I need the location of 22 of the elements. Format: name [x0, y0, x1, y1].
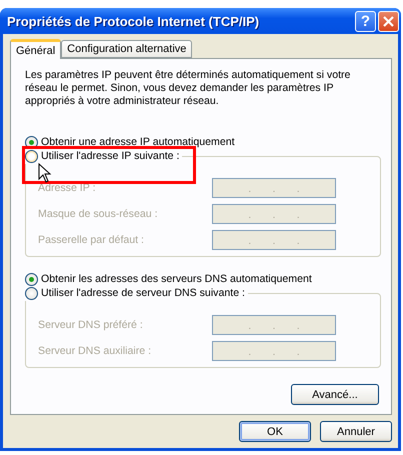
field-label: Masque de sous-réseau :	[38, 208, 159, 220]
radio-label: Utiliser l'adresse de serveur DNS suivante :	[41, 287, 245, 299]
advanced-button[interactable]: Avancé...	[291, 384, 379, 405]
radio-label: Obtenir les adresses des serveurs DNS automatiquement	[41, 273, 312, 285]
window-title: Propriétés de Protocole Internet (TCP/IP)	[6, 14, 260, 28]
dialog-button[interactable]: Annuler	[320, 421, 392, 442]
dialog-button[interactable]: OK	[239, 421, 311, 442]
cursor-icon	[38, 163, 52, 183]
field-label: Passerelle par défaut :	[38, 234, 145, 246]
radio-label: Utiliser l'adresse IP suivante :	[41, 150, 180, 162]
intro-text: Les paramètres IP peuvent être déterminés automatiquement si votre réseau le permet. Sinon, vous devez demander les paramètres IP appropriés à votre administrateur réseau.	[25, 69, 352, 108]
radio-button[interactable]	[25, 286, 38, 300]
tab[interactable]: Général	[10, 39, 62, 59]
field-label: Adresse IP :	[38, 182, 97, 194]
field-label: Serveur DNS auxiliaire :	[38, 345, 152, 357]
radio-option[interactable]: Obtenir les adresses des serveurs DNS automatiquement	[25, 271, 315, 287]
close-button[interactable]	[378, 10, 399, 32]
field-label: Serveur DNS préféré :	[38, 319, 144, 331]
radio-button[interactable]	[25, 272, 38, 286]
close-icon	[383, 16, 394, 26]
radio-label: Obtenir une adresse IP automatiquement	[41, 136, 235, 148]
tab[interactable]: Configuration alternative	[61, 40, 192, 58]
